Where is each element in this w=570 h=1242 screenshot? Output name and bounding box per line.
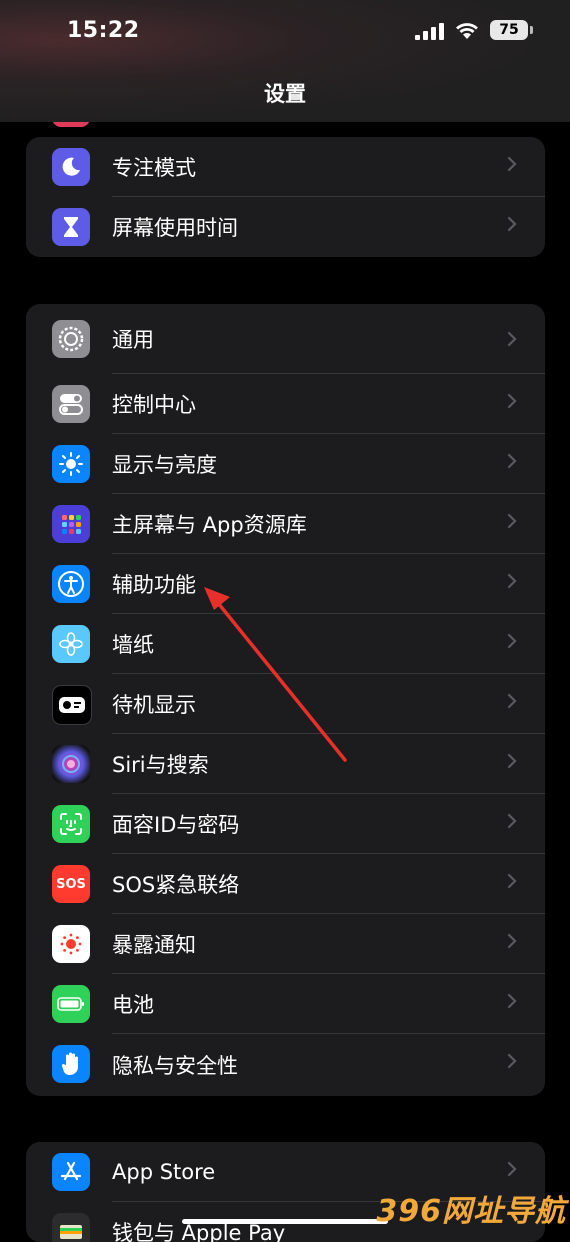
- chevron-right-icon: [507, 753, 517, 769]
- chevron-right-icon: [507, 331, 517, 347]
- gear-icon: [52, 320, 90, 358]
- row-label: 专注模式: [112, 156, 196, 180]
- chevron-right-icon: [507, 1161, 517, 1177]
- row-label: 显示与亮度: [112, 453, 217, 477]
- row-label: Siri与搜索: [112, 753, 209, 777]
- settings-row-focus[interactable]: 专注模式: [26, 137, 545, 197]
- settings-row-screen-time[interactable]: 屏幕使用时间: [26, 197, 545, 257]
- battery-icon: [52, 985, 90, 1023]
- hand-icon: [52, 1045, 90, 1083]
- settings-row-display[interactable]: 显示与亮度: [26, 434, 545, 494]
- settings-group-focus: 专注模式 屏幕使用时间: [26, 137, 545, 257]
- row-label: 主屏幕与 App资源库: [112, 513, 307, 537]
- battery-indicator: 75: [490, 20, 533, 40]
- toggles-icon: [52, 385, 90, 423]
- hourglass-icon: [52, 208, 90, 246]
- home-indicator[interactable]: [182, 1219, 388, 1224]
- status-icons: 75: [415, 20, 533, 40]
- chevron-right-icon: [507, 156, 517, 172]
- chevron-right-icon: [507, 573, 517, 589]
- settings-row-general[interactable]: 通用: [26, 304, 545, 374]
- settings-row-standby[interactable]: 待机显示: [26, 674, 545, 734]
- chevron-right-icon: [507, 813, 517, 829]
- sos-icon: SOS: [52, 865, 90, 903]
- row-label: 暴露通知: [112, 933, 196, 957]
- settings-row-privacy[interactable]: 隐私与安全性: [26, 1034, 545, 1096]
- row-label: 电池: [112, 993, 154, 1017]
- row-label: 通用: [112, 328, 154, 352]
- row-label: 控制中心: [112, 393, 196, 417]
- row-label: SOS紧急联络: [112, 873, 240, 897]
- settings-row-control-center[interactable]: 控制中心: [26, 374, 545, 434]
- settings-row-faceid[interactable]: 面容ID与密码: [26, 794, 545, 854]
- settings-group-general: 通用 控制中心 显示与亮度 主屏幕与 App资源库 辅助功能 墙纸 待机显示 S…: [26, 304, 545, 1096]
- row-label: 待机显示: [112, 693, 196, 717]
- apps-grid-icon: [52, 505, 90, 543]
- exposure-icon: [52, 925, 90, 963]
- chevron-right-icon: [507, 693, 517, 709]
- wifi-icon: [456, 23, 478, 39]
- accessibility-icon: [52, 565, 90, 603]
- status-time: 15:22: [67, 18, 140, 43]
- chevron-right-icon: [507, 216, 517, 232]
- row-label: 墙纸: [112, 633, 154, 657]
- siri-icon: [52, 745, 90, 783]
- settings-row-siri[interactable]: Siri与搜索: [26, 734, 545, 794]
- row-label: App Store: [112, 1160, 216, 1184]
- row-label: 屏幕使用时间: [112, 216, 238, 240]
- chevron-right-icon: [507, 933, 517, 949]
- row-label: 面容ID与密码: [112, 813, 240, 837]
- settings-row-wallpaper[interactable]: 墙纸: [26, 614, 545, 674]
- page-title: 设置: [264, 82, 306, 106]
- settings-row-battery[interactable]: 电池: [26, 974, 545, 1034]
- cellular-signal-icon: [415, 20, 444, 40]
- watermark-text: 396网址导航: [376, 1194, 566, 1229]
- chevron-right-icon: [507, 993, 517, 1009]
- standby-icon: [52, 685, 92, 725]
- row-label: 隐私与安全性: [112, 1054, 238, 1078]
- chevron-right-icon: [507, 1053, 517, 1069]
- chevron-right-icon: [507, 453, 517, 469]
- sun-icon: [52, 445, 90, 483]
- chevron-right-icon: [507, 873, 517, 889]
- row-label: 辅助功能: [112, 573, 196, 597]
- settings-row-exposure[interactable]: 暴露通知: [26, 914, 545, 974]
- settings-row-home-screen[interactable]: 主屏幕与 App资源库: [26, 494, 545, 554]
- flower-icon: [52, 625, 90, 663]
- chevron-right-icon: [507, 513, 517, 529]
- wallet-icon: [52, 1213, 90, 1242]
- appstore-icon: [52, 1153, 90, 1191]
- chevron-right-icon: [507, 633, 517, 649]
- faceid-icon: [52, 805, 90, 843]
- settings-row-sos[interactable]: SOS SOS紧急联络: [26, 854, 545, 914]
- status-bar: 15:22 75: [0, 0, 570, 62]
- chevron-right-icon: [507, 393, 517, 409]
- settings-row-accessibility[interactable]: 辅助功能: [26, 554, 545, 614]
- moon-icon: [52, 148, 90, 186]
